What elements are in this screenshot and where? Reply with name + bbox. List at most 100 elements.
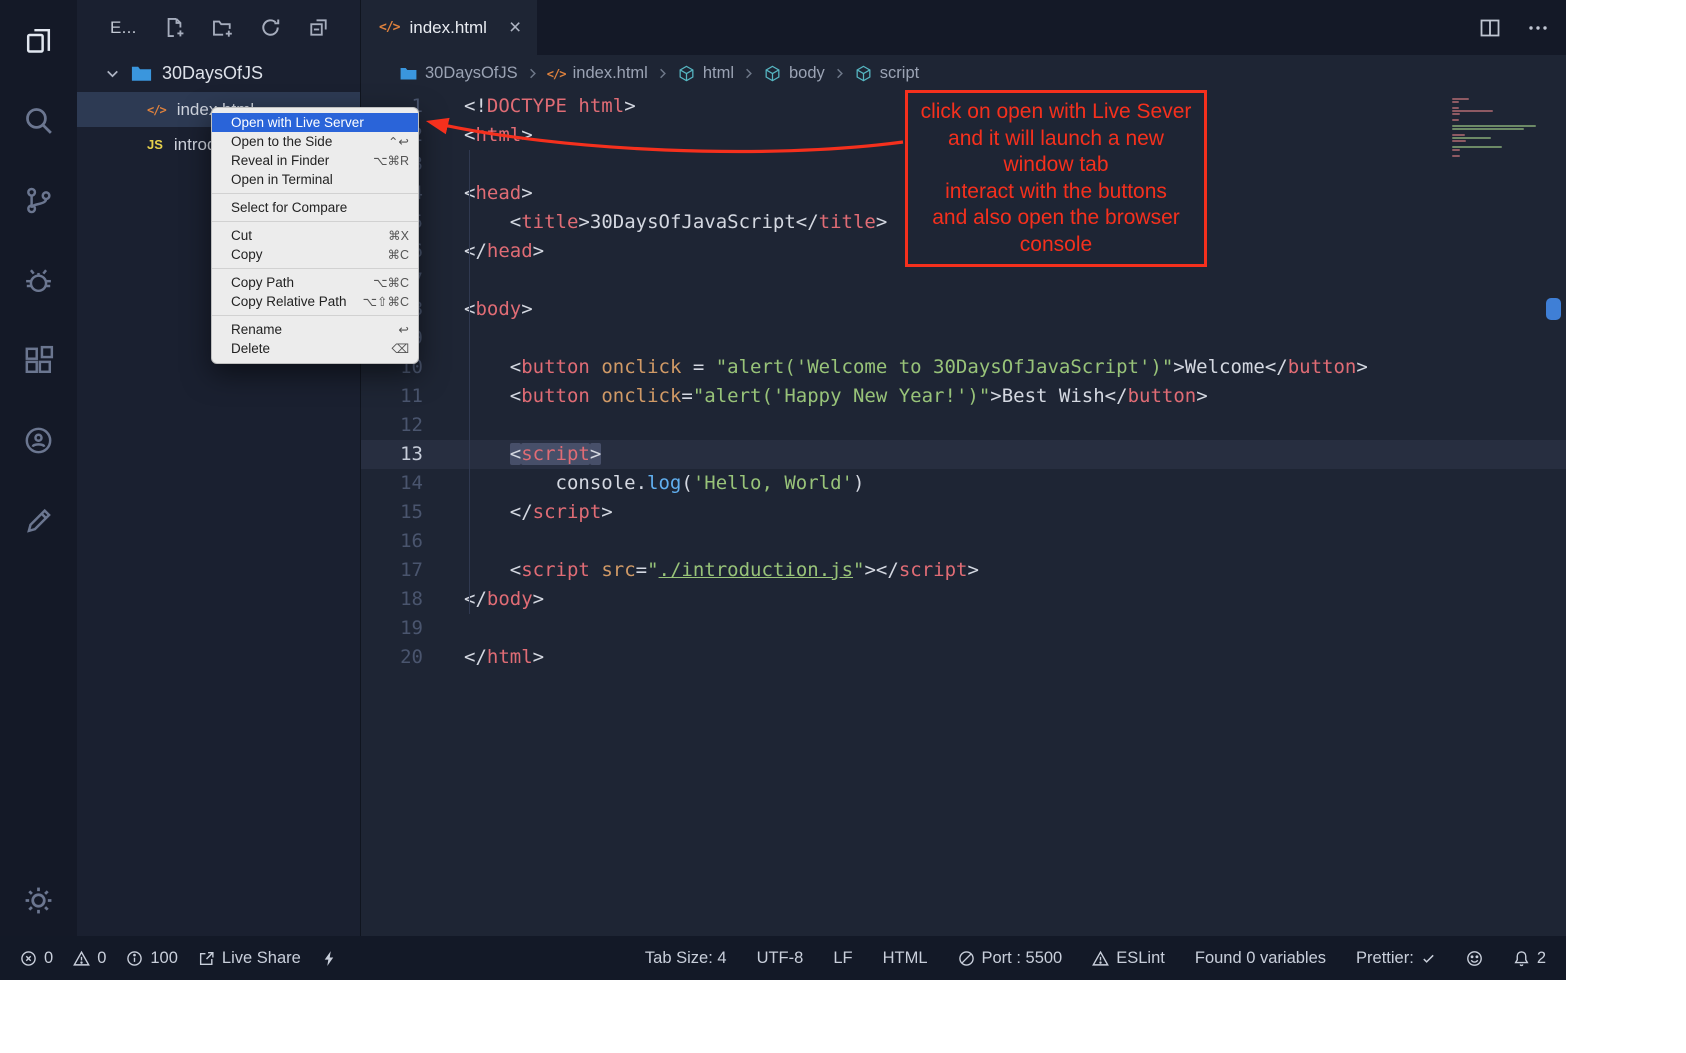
code-line-11[interactable]: 11 <button onclick="alert('Happy New Yea… <box>361 382 1566 411</box>
explorer-title: E... <box>110 18 137 38</box>
more-actions-icon[interactable] <box>1526 16 1550 40</box>
menu-item-cut[interactable]: Cut⌘X <box>212 226 418 245</box>
line-number: 12 <box>361 411 423 440</box>
status-bar-left: 0 0 100 Live Share <box>20 949 338 968</box>
menu-item-delete[interactable]: Delete⌫ <box>212 339 418 358</box>
smiley-icon <box>1466 950 1483 967</box>
minimap-line <box>1452 113 1460 115</box>
new-folder-icon[interactable] <box>212 17 233 38</box>
status-prettier[interactable]: Prettier: <box>1356 949 1436 968</box>
code-line-7[interactable]: 7 <box>361 266 1566 295</box>
code-line-16[interactable]: 16 <box>361 527 1566 556</box>
screenshot-root: E... 30DaysOfJS </> index.html JS introd… <box>0 0 1686 1053</box>
code-line-8[interactable]: 8<body> <box>361 295 1566 324</box>
activity-item-source-control[interactable] <box>0 160 77 240</box>
breadcrumb-item-index.html[interactable]: </>index.html <box>547 64 648 83</box>
vscode-window: E... 30DaysOfJS </> index.html JS introd… <box>0 0 1566 980</box>
status-quick-actions[interactable] <box>321 950 338 967</box>
line-content: </body> <box>423 585 544 614</box>
refresh-icon[interactable] <box>260 17 281 38</box>
line-content: <button onclick = "alert('Welcome to 30D… <box>423 353 1368 382</box>
status-bar: 0 0 100 Live Share Tab Size: 4 UTF-8 LF HTML Po… <box>0 936 1566 980</box>
code-line-18[interactable]: 18</body> <box>361 585 1566 614</box>
source-control-icon <box>22 184 55 217</box>
menu-item-select-for-compare[interactable]: Select for Compare <box>212 198 418 217</box>
status-live-server-port[interactable]: Port : 5500 <box>958 949 1063 968</box>
search-icon <box>22 104 55 137</box>
breadcrumb-item-body[interactable]: body <box>763 64 825 83</box>
folder-root-label: 30DaysOfJS <box>162 63 263 84</box>
menu-item-copy[interactable]: Copy⌘C <box>212 245 418 264</box>
code-line-15[interactable]: 15 </script> <box>361 498 1566 527</box>
status-bar-right: Tab Size: 4 UTF-8 LF HTML Port : 5500 ESLint F… <box>645 949 1546 968</box>
symbol-cube-icon <box>677 64 696 83</box>
status-language-mode[interactable]: HTML <box>883 949 928 968</box>
breadcrumb-item-script[interactable]: script <box>854 64 919 83</box>
line-content <box>423 614 464 643</box>
menu-item-rename[interactable]: Rename↩ <box>212 320 418 339</box>
split-editor-icon[interactable] <box>1478 16 1502 40</box>
new-file-icon[interactable] <box>164 17 185 38</box>
minimap[interactable] <box>1452 98 1538 158</box>
html-file-icon: </> <box>379 20 399 35</box>
menu-item-copy-relative-path[interactable]: Copy Relative Path⌥⇧⌘C <box>212 292 418 311</box>
live-share-icon <box>198 950 215 967</box>
activity-item-extensions[interactable] <box>0 320 77 400</box>
status-notifications[interactable]: 2 <box>1513 949 1546 968</box>
gear-icon <box>22 884 55 917</box>
js-file-icon: JS <box>147 137 163 152</box>
collapse-all-icon[interactable] <box>308 17 329 38</box>
minimap-line <box>1452 107 1459 109</box>
line-content: <script src="./introduction.js"></script… <box>423 556 979 585</box>
code-line-9[interactable]: 9 <box>361 324 1566 353</box>
status-end-of-line[interactable]: LF <box>833 949 852 968</box>
folder-icon <box>399 64 418 83</box>
line-content: <button onclick="alert('Happy New Year!'… <box>423 382 1208 411</box>
status-feedback-smiley[interactable] <box>1466 950 1483 967</box>
line-number: 19 <box>361 614 423 643</box>
circle-slash-icon <box>958 950 975 967</box>
annotation-text-line: window tab <box>910 152 1202 179</box>
activity-item-feedback[interactable] <box>0 480 77 560</box>
menu-item-open-to-the-side[interactable]: Open to the Side⌃↩ <box>212 132 418 151</box>
chevron-right-icon <box>525 66 540 81</box>
tab-index-html[interactable]: </> index.html × <box>361 0 537 55</box>
annotation-box: click on open with Live Severand it will… <box>905 90 1207 267</box>
code-line-14[interactable]: 14 console.log('Hello, World') <box>361 469 1566 498</box>
line-content: </script> <box>423 498 613 527</box>
annotation-text-line: console <box>910 232 1202 259</box>
status-variables[interactable]: Found 0 variables <box>1195 949 1326 968</box>
activity-item-explorer[interactable] <box>0 0 77 80</box>
line-content <box>423 324 464 353</box>
code-line-12[interactable]: 12 <box>361 411 1566 440</box>
status-tab-size[interactable]: Tab Size: 4 <box>645 949 727 968</box>
status-eslint[interactable]: ESLint <box>1092 949 1165 968</box>
chevron-down-icon <box>104 65 121 82</box>
activity-item-search[interactable] <box>0 80 77 160</box>
code-line-17[interactable]: 17 <script src="./introduction.js"></scr… <box>361 556 1566 585</box>
breadcrumb-item-30daysofjs[interactable]: 30DaysOfJS <box>399 64 518 83</box>
check-icon <box>1421 951 1436 966</box>
code-line-13[interactable]: 13 <script> <box>361 440 1566 469</box>
activity-item-manage[interactable] <box>0 864 77 936</box>
folder-root-30daysofjs[interactable]: 30DaysOfJS <box>77 55 360 92</box>
menu-item-reveal-in-finder[interactable]: Reveal in Finder⌥⌘R <box>212 151 418 170</box>
code-line-19[interactable]: 19 <box>361 614 1566 643</box>
line-content: console.log('Hello, World') <box>423 469 864 498</box>
status-warnings[interactable]: 0 <box>73 949 106 968</box>
activity-item-live-share[interactable] <box>0 400 77 480</box>
menu-item-open-in-terminal[interactable]: Open in Terminal <box>212 170 418 189</box>
info-icon <box>126 950 143 967</box>
status-encoding[interactable]: UTF-8 <box>757 949 804 968</box>
status-live-share[interactable]: Live Share <box>198 949 301 968</box>
code-line-20[interactable]: 20</html> <box>361 643 1566 672</box>
code-line-10[interactable]: 10 <button onclick = "alert('Welcome to … <box>361 353 1566 382</box>
menu-item-copy-path[interactable]: Copy Path⌥⌘C <box>212 273 418 292</box>
close-icon[interactable]: × <box>509 17 521 38</box>
status-info-count[interactable]: 100 <box>126 949 178 968</box>
menu-item-open-with-live-server[interactable]: Open with Live Server <box>212 113 418 132</box>
activity-item-run-and-debug[interactable] <box>0 240 77 320</box>
status-errors[interactable]: 0 <box>20 949 53 968</box>
breadcrumb-item-html[interactable]: html <box>677 64 734 83</box>
minimap-line <box>1452 146 1502 148</box>
